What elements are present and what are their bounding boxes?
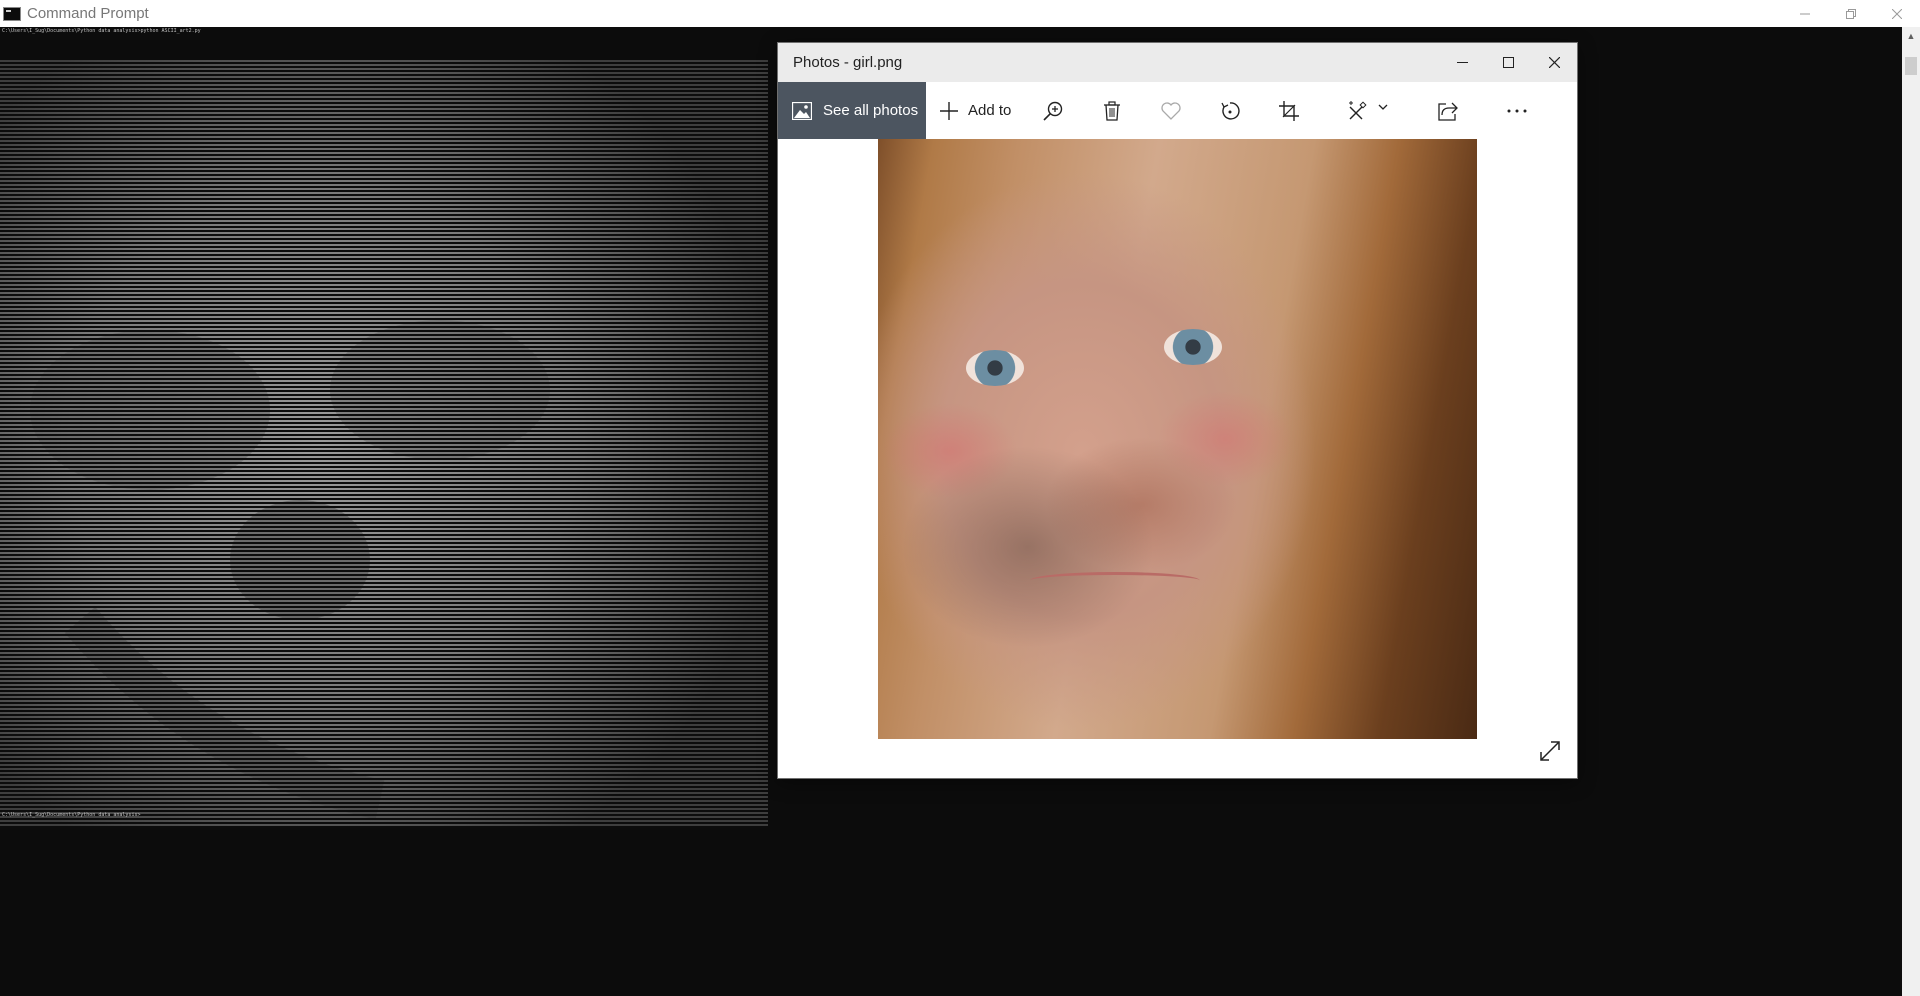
see-all-photos-button[interactable]: See all photos: [778, 82, 926, 139]
add-to-button[interactable]: Add to: [926, 82, 1023, 139]
see-all-photos-label: See all photos: [823, 102, 919, 119]
cmd-window-controls: [1782, 0, 1920, 27]
photo-eye-left: [966, 350, 1024, 386]
crop-button[interactable]: [1259, 82, 1318, 139]
cmd-command-line: C:\Users\I_Sug\Documents\Python data ana…: [2, 28, 201, 34]
heart-icon: [1161, 101, 1181, 120]
photo-mouth: [1030, 572, 1200, 589]
minimize-icon: [1456, 62, 1468, 63]
more-icon: [1507, 109, 1527, 112]
expand-icon: [1540, 741, 1560, 761]
more-options-button[interactable]: [1487, 82, 1546, 139]
full-screen-button[interactable]: [1537, 738, 1563, 764]
photos-window-controls: [1439, 43, 1577, 82]
share-button[interactable]: [1418, 82, 1477, 139]
zoom-button[interactable]: [1023, 82, 1082, 139]
command-prompt-icon: [3, 6, 21, 21]
favorite-button[interactable]: [1141, 82, 1200, 139]
cmd-scrollbar[interactable]: ▲: [1902, 27, 1920, 996]
photos-window: Photos - girl.png See all photos Add to: [778, 43, 1577, 778]
crop-icon: [1278, 100, 1299, 121]
image-icon: [792, 101, 812, 120]
add-to-label: Add to: [968, 102, 1012, 119]
rotate-icon: [1221, 101, 1240, 120]
minimize-icon: [1800, 13, 1810, 14]
rotate-button[interactable]: [1200, 82, 1259, 139]
cmd-restore-button[interactable]: [1828, 0, 1874, 27]
zoom-in-icon: [1043, 101, 1063, 121]
photos-titlebar[interactable]: Photos - girl.png: [778, 43, 1577, 82]
share-icon: [1438, 102, 1458, 121]
restore-icon: [1846, 8, 1856, 19]
photos-minimize-button[interactable]: [1439, 43, 1485, 82]
ascii-art-output: [0, 60, 768, 828]
plus-icon: [940, 101, 958, 120]
maximize-icon: [1502, 57, 1514, 68]
cmd-window-title: Command Prompt: [27, 5, 149, 22]
cmd-titlebar[interactable]: Command Prompt: [0, 0, 1920, 27]
cmd-minimize-button[interactable]: [1782, 0, 1828, 27]
edit-create-icon: [1349, 100, 1367, 119]
scrollbar-thumb[interactable]: [1905, 57, 1917, 75]
photos-toolbar: See all photos Add to: [778, 82, 1577, 139]
close-icon: [1548, 57, 1560, 68]
photos-window-title: Photos - girl.png: [793, 54, 903, 71]
edit-create-button[interactable]: [1318, 82, 1418, 139]
scroll-up-arrow-icon[interactable]: ▲: [1902, 27, 1920, 44]
photos-close-button[interactable]: [1531, 43, 1577, 82]
photo-eye-right: [1164, 329, 1222, 365]
displayed-photo[interactable]: [878, 139, 1477, 739]
delete-button[interactable]: [1082, 82, 1141, 139]
cmd-close-button[interactable]: [1874, 0, 1920, 27]
photo-viewer-area[interactable]: [778, 139, 1577, 778]
cmd-prompt-line: C:\Users\I_Sug\Documents\Python data ana…: [2, 812, 141, 818]
trash-icon: [1103, 100, 1120, 121]
photos-maximize-button[interactable]: [1485, 43, 1531, 82]
close-icon: [1892, 8, 1902, 19]
chevron-down-icon: [1378, 104, 1388, 110]
